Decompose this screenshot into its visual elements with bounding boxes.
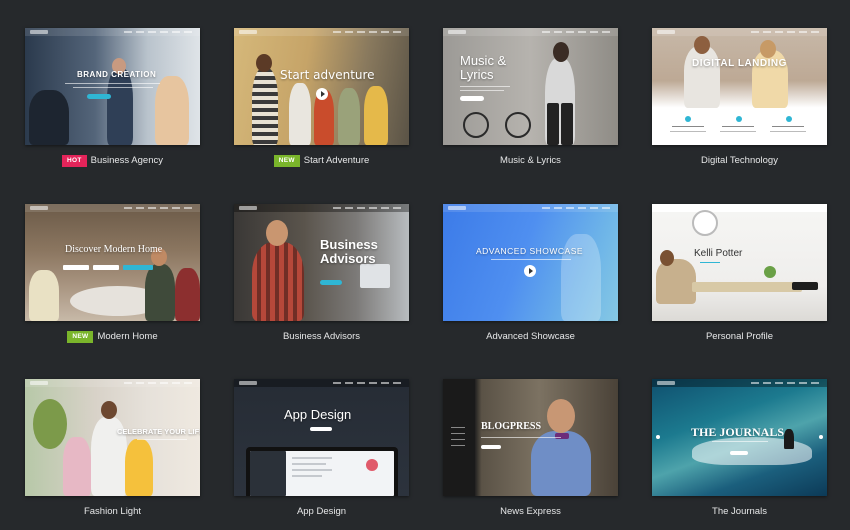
thumb-navbar xyxy=(234,204,409,212)
demo-thumbnail[interactable]: App Design xyxy=(234,379,409,496)
demo-thumbnail[interactable]: BRAND CREATION xyxy=(25,28,200,145)
demo-label: News Express xyxy=(500,506,561,517)
demo-card-news-express[interactable]: BLOGPRESS News Express xyxy=(443,379,618,529)
demo-card-business-agency[interactable]: BRAND CREATION HOT Business Agency xyxy=(25,28,200,178)
demo-thumbnail[interactable]: CELEBRATE YOUR LIFE xyxy=(25,379,200,496)
demo-card-app-design[interactable]: App Design App Design xyxy=(234,379,409,529)
new-badge: NEW xyxy=(273,155,300,167)
demo-caption[interactable]: Digital Technology xyxy=(652,155,827,167)
demo-label: App Design xyxy=(296,506,347,517)
demo-card-personal-profile[interactable]: Kelli Potter Personal Profile xyxy=(652,204,827,354)
demo-caption[interactable]: NEW Start Adventure xyxy=(234,155,409,167)
thumb-navbar xyxy=(443,204,618,212)
demo-hero-title: ADVANCED SHOWCASE xyxy=(476,246,584,256)
demo-caption[interactable]: Personal Profile xyxy=(652,331,827,343)
demo-caption[interactable]: News Express xyxy=(443,506,618,518)
thumb-navbar xyxy=(652,28,827,36)
demo-hero-title: BRAND CREATION xyxy=(77,70,157,79)
demo-thumbnail[interactable]: Music & Lyrics xyxy=(443,28,618,145)
demo-card-fashion-light[interactable]: CELEBRATE YOUR LIFE Fashion Light xyxy=(25,379,200,529)
thumb-navbar xyxy=(25,379,200,387)
demo-label: Personal Profile xyxy=(705,331,774,342)
demo-card-music-lyrics[interactable]: Music & Lyrics Music & Lyrics xyxy=(443,28,618,178)
play-icon[interactable] xyxy=(316,88,328,100)
demo-thumbnail[interactable]: Kelli Potter xyxy=(652,204,827,321)
demo-card-modern-home[interactable]: Discover Modern Home NEW Modern Home xyxy=(25,204,200,354)
thumb-navbar xyxy=(443,28,618,36)
demo-card-advanced-showcase[interactable]: ADVANCED SHOWCASE Advanced Showcase xyxy=(443,204,618,354)
demo-caption[interactable]: Business Advisors xyxy=(234,331,409,343)
demo-caption[interactable]: Advanced Showcase xyxy=(443,331,618,343)
thumb-navbar xyxy=(25,28,200,36)
demo-grid: BRAND CREATION HOT Business Agency Start … xyxy=(0,0,850,530)
demo-label: Business Advisors xyxy=(282,331,361,342)
demo-thumbnail[interactable]: Discover Modern Home xyxy=(25,204,200,321)
demo-hero-title: App Design xyxy=(284,407,352,422)
demo-caption[interactable]: App Design xyxy=(234,506,409,518)
play-icon[interactable] xyxy=(524,265,536,277)
demo-hero-title: DIGITAL LANDING xyxy=(692,58,787,69)
demo-label: Business Agency xyxy=(90,155,163,166)
demo-label: Digital Technology xyxy=(701,155,778,166)
demo-hero-title: Business Advisors xyxy=(320,237,378,266)
demo-thumbnail[interactable]: DIGITAL LANDING xyxy=(652,28,827,145)
demo-hero-title: BLOGPRESS xyxy=(481,421,542,432)
demo-hero-title: Discover Modern Home xyxy=(65,244,163,255)
hot-badge: HOT xyxy=(62,155,87,167)
thumb-navbar xyxy=(652,204,827,212)
demo-thumbnail[interactable]: Start adventure xyxy=(234,28,409,145)
demo-hero-title: THE JOURNALS xyxy=(691,425,785,439)
demo-thumbnail[interactable]: THE JOURNALS xyxy=(652,379,827,496)
thumb-navbar xyxy=(234,28,409,36)
demo-caption[interactable]: Music & Lyrics xyxy=(443,155,618,167)
thumb-navbar xyxy=(25,204,200,212)
thumb-navbar xyxy=(234,379,409,387)
demo-label: Modern Home xyxy=(97,331,158,342)
demo-hero-title: CELEBRATE YOUR LIFE xyxy=(117,427,200,436)
new-badge: NEW xyxy=(67,331,94,343)
demo-label: The Journals xyxy=(712,506,767,517)
demo-hero-title: Music & Lyrics xyxy=(460,53,507,82)
demo-caption[interactable]: HOT Business Agency xyxy=(25,155,200,167)
demo-card-business-advisors[interactable]: Business Advisors Business Advisors xyxy=(234,204,409,354)
demo-thumbnail[interactable]: ADVANCED SHOWCASE xyxy=(443,204,618,321)
demo-caption[interactable]: The Journals xyxy=(652,506,827,518)
demo-label: Fashion Light xyxy=(83,506,142,517)
demo-thumbnail[interactable]: Business Advisors xyxy=(234,204,409,321)
demo-hero-title: Kelli Potter xyxy=(694,248,743,259)
demo-caption[interactable]: Fashion Light xyxy=(25,506,200,518)
demo-card-the-journals[interactable]: THE JOURNALS The Journals xyxy=(652,379,827,529)
demo-hero-title: Start adventure xyxy=(280,68,375,82)
demo-thumbnail[interactable]: BLOGPRESS xyxy=(443,379,618,496)
thumb-navbar xyxy=(652,379,827,387)
demo-label: Advanced Showcase xyxy=(486,331,575,342)
demo-card-start-adventure[interactable]: Start adventure NEW Start Adventure xyxy=(234,28,409,178)
demo-card-digital-technology[interactable]: DIGITAL LANDING Digital Technology xyxy=(652,28,827,178)
demo-label: Start Adventure xyxy=(303,155,370,166)
demo-caption[interactable]: NEW Modern Home xyxy=(25,331,200,343)
demo-label: Music & Lyrics xyxy=(500,155,561,166)
